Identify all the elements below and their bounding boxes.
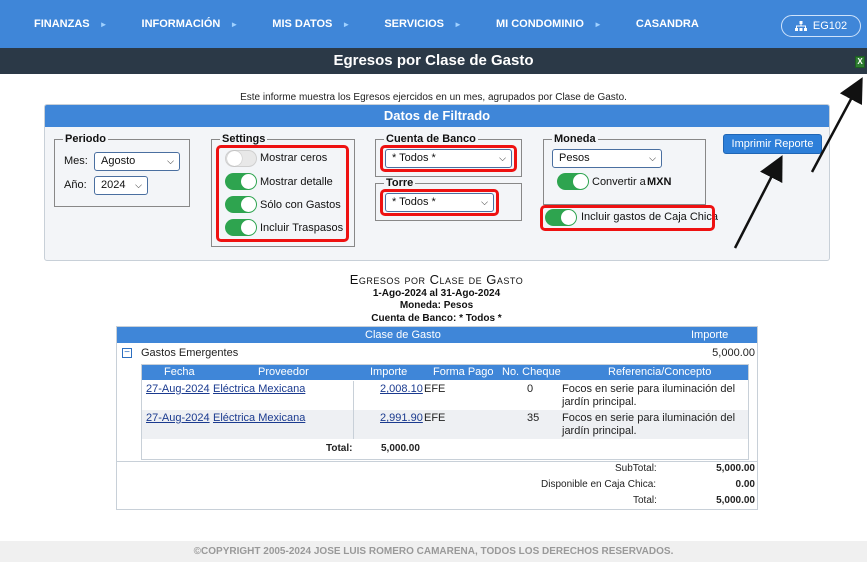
detail-total-label: Total: [326,443,353,454]
proveedor-link[interactable]: Eléctrica Mexicana [213,412,305,424]
table-row: 27-Aug-2024 Eléctrica Mexicana 2,008.10 … [142,381,748,410]
referencia-line1: Focos en serie para iluminación del [562,383,736,395]
total-value: 5,000.00 [716,495,755,506]
detail-total-row: Total: 5,000.00 [142,441,748,459]
group-row: − Gastos Emergentes 5,000.00 [117,345,757,363]
subtotal-label: SubTotal: [615,463,657,474]
arrow-to-print [733,155,783,249]
importe-link[interactable]: 2,008.10 [380,383,423,395]
fecha-link[interactable]: 27-Aug-2024 [146,383,210,395]
detail-header-row: Fecha Proveedor Importe Forma Pago No. C… [142,365,748,380]
group-amount: 5,000.00 [712,347,755,359]
subtotal-value: 5,000.00 [716,463,755,474]
col-forma-pago: Forma Pago [433,366,494,378]
report-cuenta: Cuenta de Banco: * Todos * [371,313,502,324]
group-name: Gastos Emergentes [141,347,239,359]
report-moneda: Moneda: Pesos [399,300,474,311]
importe-link[interactable]: 2,991.90 [380,412,423,424]
col-importe: Importe [691,329,729,341]
col-clase: Clase de Gasto [365,329,441,341]
referencia-line2: jardín principal. [562,425,637,437]
col-referencia: Referencia/Concepto [608,366,712,378]
report-header-row: Clase de Gasto Importe [117,327,757,343]
footer-copyright: ©COPYRIGHT 2005-2024 JOSE LUIS ROMERO CA… [0,541,867,562]
cheque: 0 [527,383,534,395]
fecha-link[interactable]: 27-Aug-2024 [146,412,210,424]
proveedor-link[interactable]: Eléctrica Mexicana [213,383,305,395]
collapse-icon[interactable]: − [122,348,132,358]
col-proveedor: Proveedor [258,366,309,378]
cheque: 35 [527,412,540,424]
disponible-label: Disponible en Caja Chica: [541,479,657,490]
report-table: Clase de Gasto Importe − Gastos Emergent… [116,326,758,510]
total-label: Total: [633,495,657,506]
table-row: 27-Aug-2024 Eléctrica Mexicana 2,991.90 … [142,410,748,439]
forma-pago: EFE [424,412,446,424]
detail-table: Fecha Proveedor Importe Forma Pago No. C… [141,364,749,460]
col-fecha: Fecha [164,366,195,378]
referencia-line1: Focos en serie para iluminación del [562,412,736,424]
report-period: 1-Ago-2024 al 31-Ago-2024 [372,288,501,299]
arrow-to-excel [810,77,863,173]
report-title: Egresos por Clase de Gasto [349,272,524,287]
col-cheque: No. Cheque [502,366,561,378]
col-importe: Importe [370,366,408,378]
forma-pago: EFE [424,383,446,395]
disponible-value: 0.00 [735,479,755,490]
referencia-line2: jardín principal. [562,396,637,408]
detail-total: 5,000.00 [381,443,420,454]
